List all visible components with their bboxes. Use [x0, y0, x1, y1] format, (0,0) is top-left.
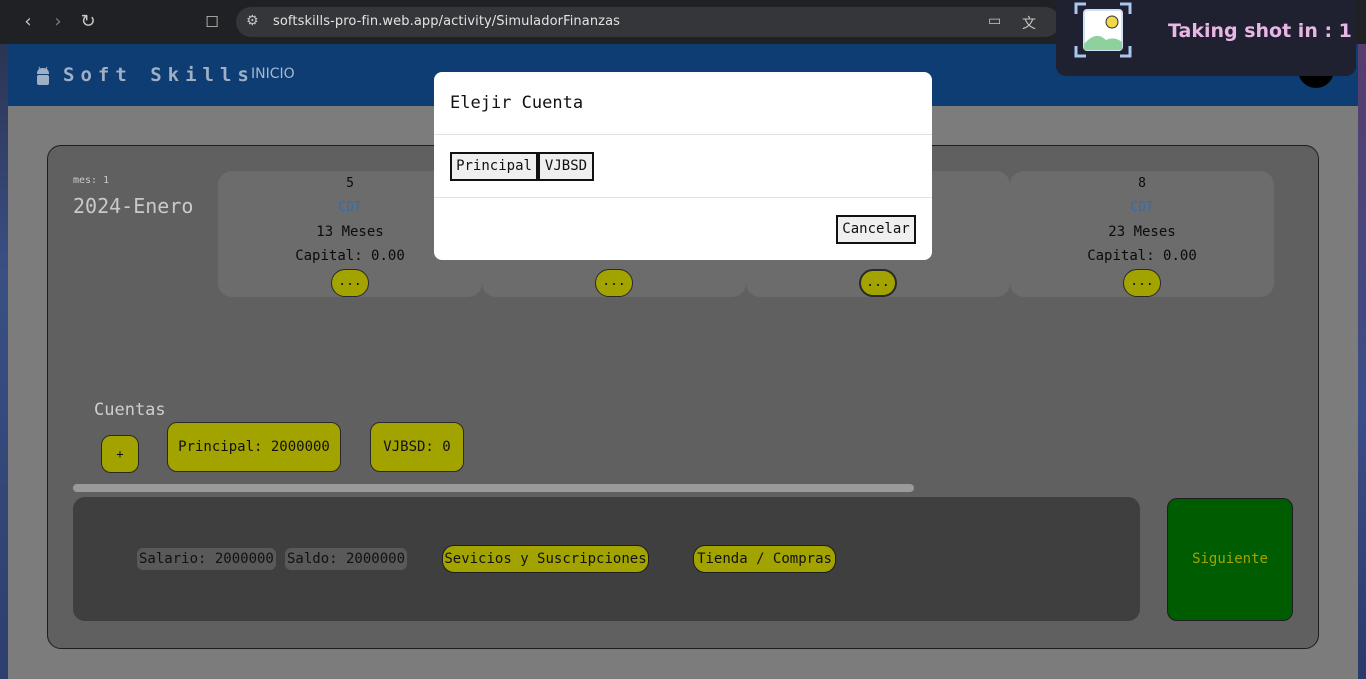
option-vjbsd-button[interactable]: VJBSD	[538, 152, 594, 181]
account-vjbsd-button[interactable]: VJBSD: 0	[370, 422, 464, 472]
accounts-title: Cuentas	[94, 400, 166, 420]
desktop-wallpaper-left	[0, 0, 8, 679]
bookmark-icon[interactable]: ☐	[200, 10, 224, 34]
dialog-divider	[434, 197, 932, 198]
url-text: softskills-pro-fin.web.app/activity/Simu…	[273, 14, 621, 29]
site-info-icon[interactable]: ⚙	[246, 13, 259, 29]
screenshot-toast: Taking shot in : 1	[1056, 0, 1356, 76]
card-type: CDT	[1130, 200, 1154, 215]
card-number: 8	[1138, 176, 1146, 191]
card-term: 23 Meses	[1108, 224, 1176, 240]
card-more-button[interactable]: ...	[595, 269, 633, 297]
forward-icon[interactable]: ›	[46, 10, 70, 34]
card-capital: Capital: 0.00	[1087, 248, 1197, 264]
card-more-button[interactable]: ...	[331, 269, 369, 297]
card-more-button[interactable]: ...	[859, 269, 897, 297]
current-date: 2024-Enero	[73, 194, 194, 218]
image-icon	[1074, 2, 1132, 58]
android-icon	[37, 66, 49, 85]
investment-card: 8 CDT 23 Meses Capital: 0.00 ...	[1010, 171, 1274, 297]
cast-icon[interactable]: ▭	[988, 13, 1001, 29]
address-bar[interactable]: ⚙ softskills-pro-fin.web.app/activity/Si…	[236, 7, 1060, 37]
month-label: mes: 1	[73, 175, 110, 186]
horizontal-scrollbar[interactable]	[73, 484, 914, 492]
balance-chip: Saldo: 2000000	[285, 548, 408, 570]
store-button[interactable]: Tienda / Compras	[693, 545, 836, 573]
translate-icon[interactable]: 文	[1022, 13, 1036, 33]
back-icon[interactable]: ‹	[16, 10, 40, 34]
cancel-button[interactable]: Cancelar	[836, 215, 916, 244]
app-logo[interactable]: Soft Skills	[63, 64, 255, 86]
dialog-title: Elejir Cuenta	[450, 93, 584, 113]
countdown-text: Taking shot in : 1	[1168, 20, 1352, 42]
nav-inicio-link[interactable]: INICIO	[251, 66, 295, 82]
card-more-button[interactable]: ...	[1123, 269, 1161, 297]
option-principal-button[interactable]: Principal	[450, 152, 538, 181]
add-account-button[interactable]: +	[101, 435, 139, 473]
choose-account-dialog: Elejir Cuenta Principal VJBSD Cancelar	[434, 72, 932, 260]
services-button[interactable]: Sevicios y Suscripciones	[442, 545, 649, 573]
next-button[interactable]: Siguiente	[1167, 498, 1293, 621]
salary-chip: Salario: 2000000	[137, 548, 276, 570]
reload-icon[interactable]: ↻	[76, 10, 100, 34]
desktop-wallpaper-right	[1358, 0, 1366, 679]
dialog-divider	[434, 134, 932, 135]
account-principal-button[interactable]: Principal: 2000000	[167, 422, 341, 472]
bottom-status-bar: Salario: 2000000 Saldo: 2000000 Sevicios…	[73, 497, 1140, 621]
